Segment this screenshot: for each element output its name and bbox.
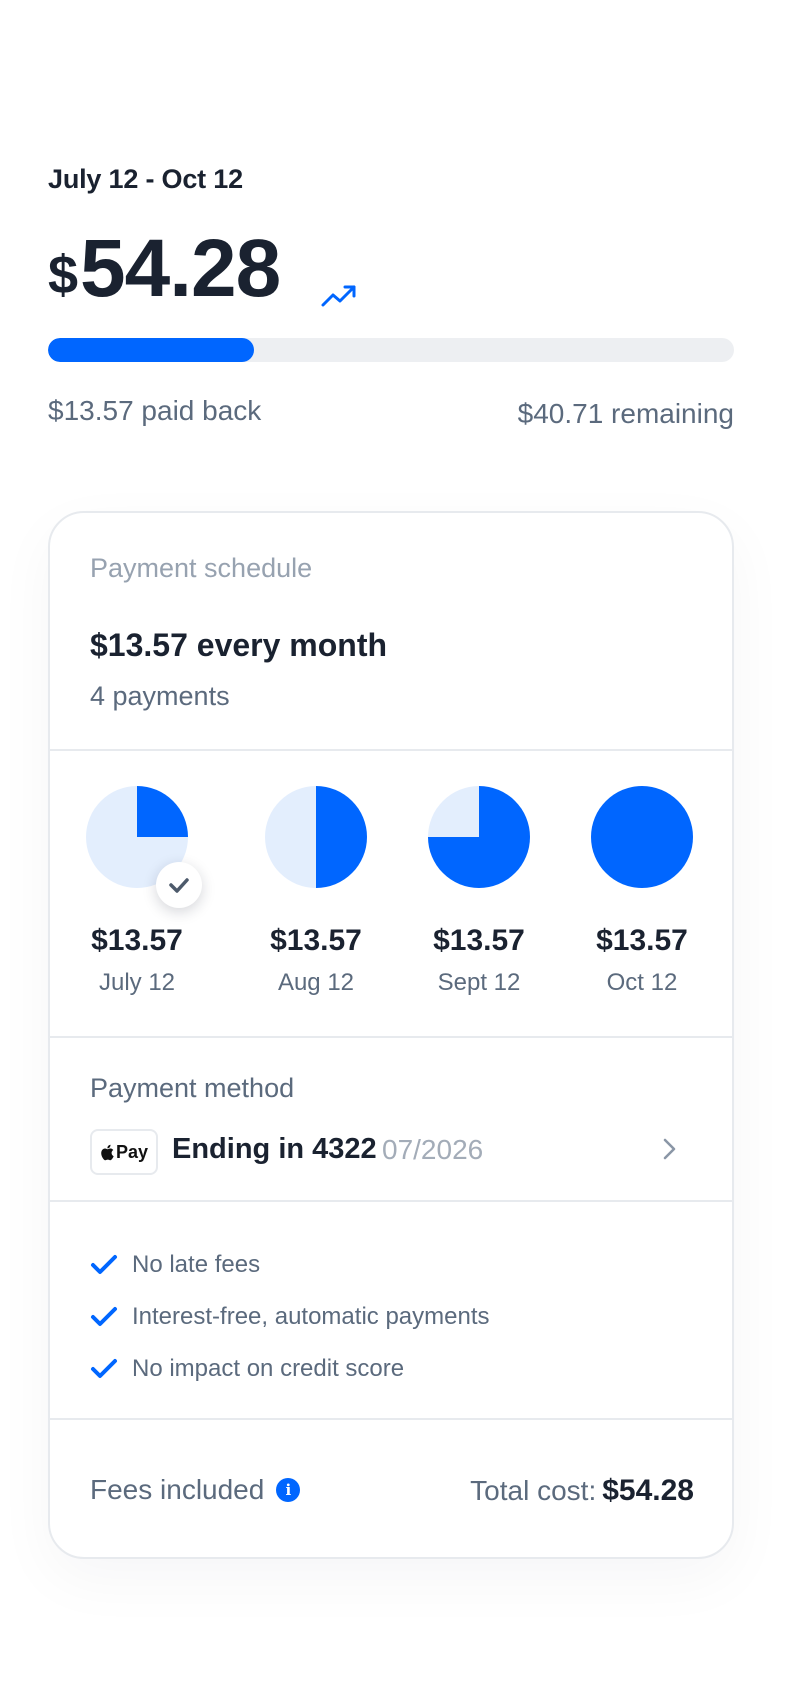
total-cost-label: Total cost: <box>470 1475 597 1506</box>
currency-symbol: $ <box>48 245 79 305</box>
fees-label: Fees included <box>90 1474 265 1505</box>
payment-progress-pie <box>265 786 367 888</box>
feature-label: Interest-free, automatic payments <box>132 1303 490 1330</box>
payment-amount: $13.57 <box>596 924 688 957</box>
feature-label: No impact on credit score <box>132 1355 405 1382</box>
feature-item: No late fees <box>90 1251 260 1279</box>
payment-progress-pie <box>428 786 530 888</box>
schedule-title: Payment schedule <box>90 553 313 583</box>
progress-fill <box>48 338 254 362</box>
payment-progress-pie <box>591 786 693 888</box>
divider <box>50 1200 732 1202</box>
checkmark-icon <box>91 1255 117 1274</box>
fees-included: Fees included i <box>90 1474 301 1506</box>
paid-back-text: $13.57 paid back <box>48 395 262 426</box>
divider <box>50 749 732 751</box>
card-expiry: 07/2026 <box>382 1134 484 1165</box>
card-ending[interactable]: Ending in 4322 <box>172 1133 377 1166</box>
payment-amount: $13.57 <box>91 924 183 957</box>
info-icon[interactable]: i <box>276 1478 301 1502</box>
payment-schedule-card: Payment schedule $13.57 every month 4 pa… <box>48 511 734 1559</box>
paid-check-badge <box>156 862 202 908</box>
apple-pay-label: Pay <box>115 1141 149 1162</box>
apple-icon <box>101 1144 114 1160</box>
total-cost-value: $54.28 <box>602 1474 694 1507</box>
feature-label: No late fees <box>132 1251 261 1278</box>
payment-date: July 12 <box>98 969 176 996</box>
feature-item: No impact on credit score <box>90 1355 404 1383</box>
total-cost: Total cost: $54.28 <box>470 1474 694 1508</box>
checkmark-icon <box>91 1307 117 1326</box>
divider <box>50 1418 732 1420</box>
payment-date: Aug 12 <box>277 969 355 996</box>
total-amount: $ 54.28 <box>48 223 281 314</box>
payment-amount: $13.57 <box>433 924 525 957</box>
divider <box>50 1036 732 1038</box>
feature-item: Interest-free, automatic payments <box>90 1303 490 1331</box>
schedule-count: 4 payments <box>90 681 230 711</box>
remaining-text: $40.71 remaining <box>517 398 734 429</box>
payment-method-title: Payment method <box>90 1073 295 1103</box>
date-range: July 12 - Oct 12 <box>48 164 243 194</box>
payment-date: Oct 12 <box>606 969 678 996</box>
payment-amount: $13.57 <box>270 924 362 957</box>
trending-up-icon <box>321 285 356 307</box>
repayment-progress-bar <box>48 338 734 362</box>
apple-pay-badge: Pay <box>90 1129 158 1175</box>
payment-date: Sept 12 <box>437 969 521 996</box>
checkmark-icon <box>91 1359 117 1378</box>
chevron-right-icon[interactable] <box>658 1134 682 1164</box>
checkmark-icon <box>169 878 189 893</box>
total-amount-value: 54.28 <box>80 223 281 314</box>
schedule-summary: $13.57 every month <box>90 627 388 663</box>
